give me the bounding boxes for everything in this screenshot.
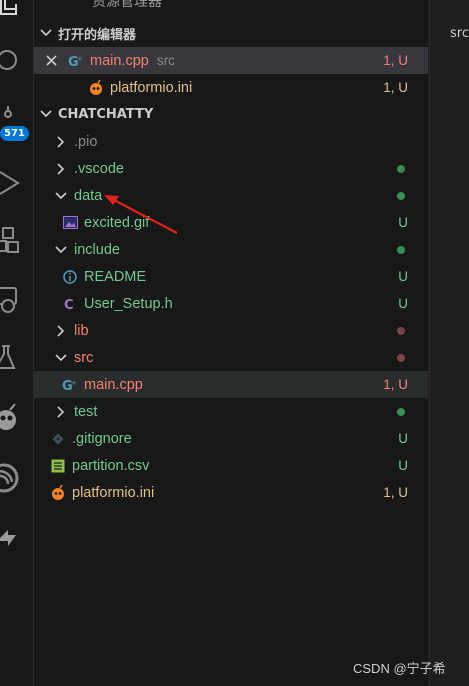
annotation-arrow [104, 195, 178, 234]
watermark: CSDN @宁子希 [353, 661, 446, 676]
editor-tab[interactable] [430, 0, 469, 7]
editor-area: src [429, 0, 469, 686]
editor-breadcrumb: src [450, 26, 469, 41]
